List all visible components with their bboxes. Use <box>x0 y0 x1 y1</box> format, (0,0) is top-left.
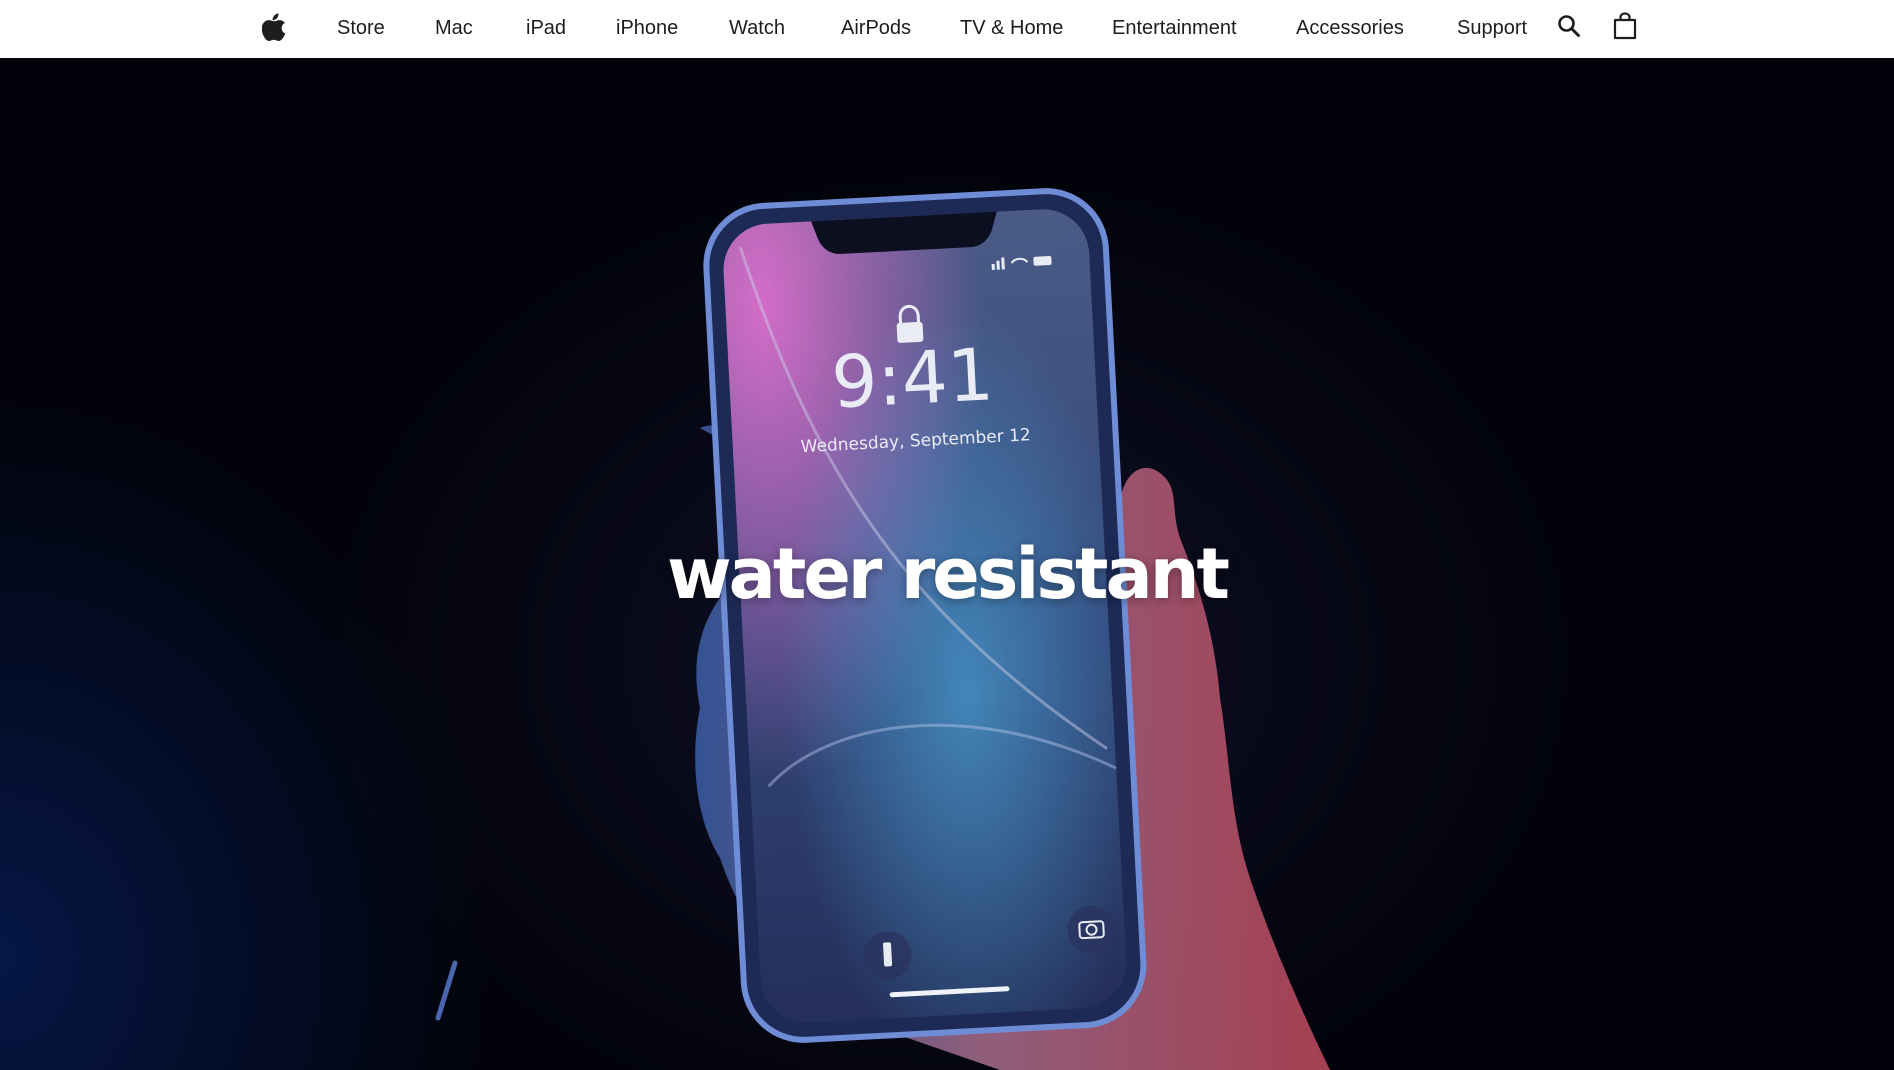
lock-screen-time: 9:41 <box>830 332 996 424</box>
nav-item-tv-home[interactable]: TV & Home <box>960 14 1063 42</box>
nav-item-iphone[interactable]: iPhone <box>616 14 678 42</box>
nav-item-accessories[interactable]: Accessories <box>1296 14 1404 42</box>
nav-item-support[interactable]: Support <box>1457 14 1527 42</box>
hero-video[interactable]: 9:41 Wednesday, September 12 water resis… <box>0 58 1894 1070</box>
shopping-bag-icon[interactable] <box>1613 12 1637 40</box>
apple-logo-icon[interactable] <box>261 13 286 41</box>
nav-item-store[interactable]: Store <box>337 14 385 42</box>
nav-item-entertainment[interactable]: Entertainment <box>1112 14 1237 42</box>
search-icon[interactable] <box>1557 14 1581 38</box>
hero-headline: water resistant <box>666 533 1230 615</box>
nav-item-mac[interactable]: Mac <box>435 14 473 42</box>
nav-item-ipad[interactable]: iPad <box>526 14 566 42</box>
nav-item-watch[interactable]: Watch <box>729 14 785 42</box>
global-nav: Store Mac iPad iPhone Watch AirPods TV &… <box>0 0 1894 58</box>
nav-item-airpods[interactable]: AirPods <box>841 14 911 42</box>
global-nav-inner: Store Mac iPad iPhone Watch AirPods TV &… <box>0 0 1894 58</box>
water-droplet <box>435 960 458 1021</box>
